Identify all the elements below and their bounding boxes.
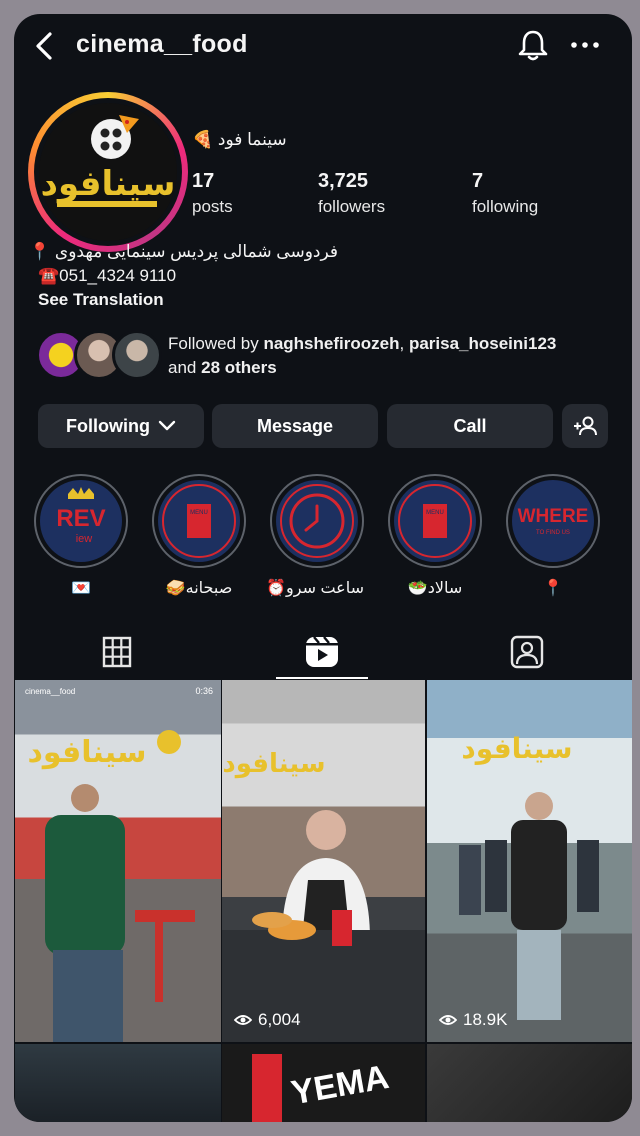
- stat-followers-label: followers: [318, 197, 386, 216]
- highlight-review[interactable]: REV iew 💌: [34, 474, 128, 598]
- reel-tile-4[interactable]: [15, 1044, 221, 1122]
- reel-2-views-value: 6,004: [258, 1010, 301, 1029]
- followed-by-text[interactable]: Followed by naghshefiroozeh, parisa_hose…: [168, 332, 608, 380]
- add-user-icon: [574, 416, 597, 436]
- tagged-icon[interactable]: [507, 634, 547, 670]
- reel-2-sign: سینافود: [222, 749, 325, 779]
- reel-tile-3[interactable]: سینافود 18.9K: [427, 680, 632, 1042]
- followed-by-and: and: [168, 358, 197, 377]
- reel-3-view-count: 18.9K: [439, 1010, 507, 1030]
- avatar-logo: سینافود: [39, 103, 177, 241]
- followed-by-others[interactable]: 28 others: [201, 358, 277, 377]
- highlight-serving-time[interactable]: ساعت سرو⏰: [266, 474, 364, 598]
- stat-following-count: 7: [472, 170, 484, 192]
- call-button-label: Call: [453, 415, 487, 436]
- eye-icon: [234, 1015, 252, 1025]
- grid-icon[interactable]: [97, 634, 137, 670]
- followed-by-prefix: Followed by: [168, 334, 259, 353]
- reel-3-sign: سینافود: [461, 732, 572, 765]
- followed-by-separator: ,: [399, 334, 405, 353]
- reel-1-duration: 0:36: [195, 686, 213, 696]
- profile-display-name: سینما فود 🍕: [192, 130, 287, 149]
- menu-book-icon: MENU: [398, 484, 472, 558]
- stat-posts[interactable]: 17 posts: [192, 170, 233, 217]
- mutual-followers-avatars[interactable]: [36, 330, 176, 380]
- top-bar: cinema__food: [14, 14, 632, 78]
- followed-by-user-2[interactable]: parisa_hoseini123: [409, 334, 556, 353]
- highlight-location-caption: 📍: [543, 580, 563, 597]
- stat-following[interactable]: 7 following: [472, 170, 538, 217]
- following-button-label: Following: [66, 415, 150, 436]
- review-highlight-title: REV: [56, 505, 105, 532]
- highlight-location[interactable]: WHERE TO FIND US 📍: [506, 474, 600, 598]
- profile-screen: cinema__food سینافود سینما فود 🍕 17 post…: [14, 14, 632, 1122]
- highlight-breakfast-caption: صبحانه🥪: [165, 580, 233, 597]
- reel-1-sign: سینافود: [27, 735, 146, 770]
- eye-icon: [439, 1015, 457, 1025]
- highlight-serving-time-caption: ساعت سرو⏰: [266, 580, 364, 597]
- call-button[interactable]: Call: [387, 404, 553, 448]
- back-arrow-icon[interactable]: [32, 30, 56, 62]
- story-ring[interactable]: سینافود: [28, 92, 188, 252]
- bio-address: فردوسی شمالی پردیس سینمایی مهدوی 📍: [29, 242, 338, 261]
- highlight-breakfast[interactable]: MENU صبحانه🥪: [152, 474, 246, 598]
- highlight-review-caption: 💌: [71, 580, 91, 597]
- message-button[interactable]: Message: [212, 404, 378, 448]
- reel-1-scene: cinema__food 0:36 سینافود: [25, 686, 213, 1042]
- reel-5-scene: YEMA: [252, 1054, 392, 1122]
- breakfast-highlight-title: MENU: [190, 510, 208, 516]
- reel-tile-1[interactable]: cinema__food 0:36 سینافود: [15, 680, 221, 1042]
- bio-phone[interactable]: ☎️051_4324 9110: [38, 266, 176, 286]
- reel-tile-6[interactable]: [427, 1044, 632, 1122]
- profile-tabs: [14, 624, 632, 680]
- location-highlight-title: WHERE: [518, 506, 589, 527]
- mutual-avatar-3: [112, 330, 162, 380]
- more-options-icon[interactable]: [570, 40, 600, 50]
- review-highlight-icon: REV iew: [56, 487, 106, 545]
- avatar-brand-text: سینافود: [41, 164, 176, 204]
- bell-icon[interactable]: [516, 28, 550, 62]
- reel-3-views-value: 18.9K: [463, 1010, 508, 1029]
- chevron-down-icon: [158, 420, 176, 431]
- reel-3-scene: سینافود: [459, 732, 599, 1020]
- highlight-salad-caption: سالاد🥗: [407, 580, 463, 597]
- reel-tile-2[interactable]: سینافود 6,004: [222, 680, 425, 1042]
- stat-posts-count: 17: [192, 170, 215, 192]
- profile-avatar: سینافود: [39, 103, 177, 241]
- stat-followers[interactable]: 3,725 followers: [318, 170, 385, 217]
- highlight-salad[interactable]: MENU سالاد🥗: [388, 474, 482, 598]
- see-translation-link[interactable]: See Translation: [38, 290, 164, 310]
- reel-2-scene: سینافود: [222, 749, 425, 1042]
- following-button[interactable]: Following: [38, 404, 204, 448]
- reel-tile-5[interactable]: YEMA: [222, 1044, 425, 1122]
- stat-followers-count: 3,725: [318, 170, 369, 192]
- menu-book-icon: MENU: [162, 484, 236, 558]
- stat-posts-label: posts: [192, 197, 233, 216]
- stat-following-label: following: [472, 197, 539, 216]
- clock-icon: [280, 484, 354, 558]
- reel-1-overlay-user: cinema__food: [25, 687, 75, 696]
- review-highlight-sub: iew: [76, 533, 93, 545]
- reel-2-view-count: 6,004: [234, 1010, 301, 1030]
- reels-icon[interactable]: [302, 634, 342, 670]
- message-button-label: Message: [256, 415, 334, 436]
- followed-by-user-1[interactable]: naghshefiroozeh: [263, 334, 399, 353]
- location-highlight-sub: TO FIND US: [536, 530, 570, 536]
- salad-highlight-title: MENU: [426, 510, 444, 516]
- suggested-users-button[interactable]: [562, 404, 608, 448]
- reel-5-text: YEMA: [288, 1058, 391, 1112]
- where-to-find-us-icon: WHERE TO FIND US: [518, 506, 589, 536]
- profile-username: cinema__food: [76, 30, 248, 58]
- active-tab-indicator: [276, 677, 368, 679]
